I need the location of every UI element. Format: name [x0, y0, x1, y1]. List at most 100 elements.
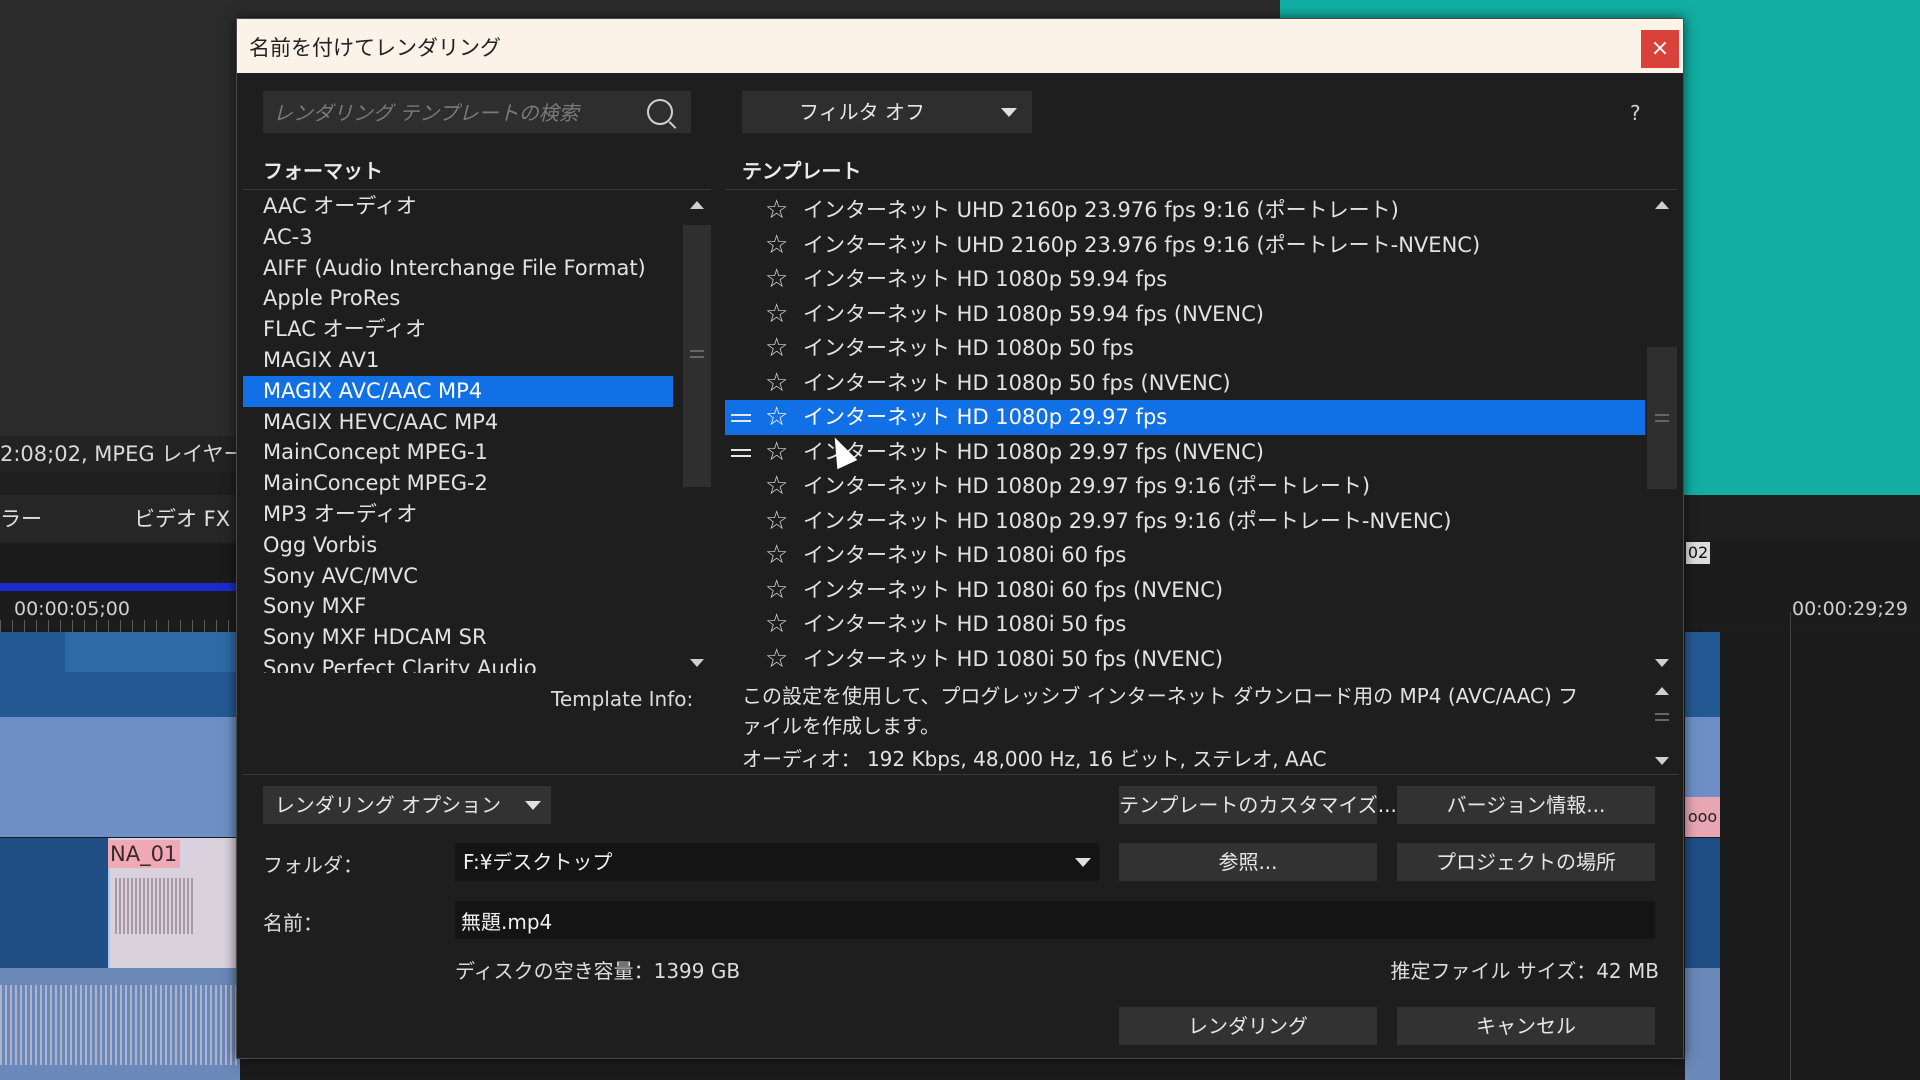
marker-label[interactable]: 02 — [1686, 542, 1710, 564]
format-item[interactable]: MAGIX AV1 — [243, 345, 673, 376]
template-item[interactable]: ☆ インターネット HD 1080i 60 fps (NVENC) — [725, 573, 1645, 608]
search-icon[interactable] — [647, 99, 673, 125]
format-item[interactable]: MP3 オーディオ — [243, 499, 673, 530]
close-button[interactable]: × — [1641, 30, 1679, 68]
format-item[interactable]: MAGIX AVC/AAC MP4 — [243, 375, 673, 407]
star-icon[interactable]: ☆ — [765, 435, 788, 470]
format-item[interactable]: Apple ProRes — [243, 283, 673, 314]
help-button[interactable]: ? — [1630, 101, 1641, 125]
template-search[interactable] — [263, 91, 691, 135]
scroll-up-icon[interactable] — [690, 201, 704, 209]
star-icon[interactable]: ☆ — [765, 607, 788, 642]
render-button[interactable]: レンダリング — [1119, 1007, 1377, 1045]
render-options-dropdown[interactable]: レンダリング オプション — [263, 786, 551, 824]
star-icon[interactable]: ☆ — [765, 228, 788, 263]
template-label: インターネット HD 1080p 29.97 fps 9:16 (ポートレート-… — [803, 508, 1452, 533]
star-icon[interactable]: ☆ — [765, 642, 788, 676]
format-item[interactable]: FLAC オーディオ — [243, 314, 673, 345]
star-icon[interactable]: ☆ — [765, 538, 788, 573]
template-item[interactable]: ☆ インターネット UHD 2160p 23.976 fps 9:16 (ポートレ… — [725, 193, 1645, 228]
format-item[interactable]: AAC オーディオ — [243, 191, 673, 222]
video-event[interactable] — [65, 632, 240, 672]
template-list[interactable]: ☆ インターネット UHD 2160p 23.976 fps 9:16 (ポートレ… — [725, 193, 1645, 675]
template-header: テンプレート — [742, 159, 862, 183]
template-item[interactable]: ☆ インターネット HD 1080i 60 fps — [725, 538, 1645, 573]
format-item[interactable]: MAGIX HEVC/AAC MP4 — [243, 407, 673, 438]
format-item[interactable]: AC-3 — [243, 222, 673, 253]
scroll-up-icon[interactable] — [1655, 201, 1669, 209]
tab-left[interactable]: ラー — [0, 499, 42, 539]
format-header: フォーマット — [263, 159, 383, 183]
star-icon[interactable]: ☆ — [765, 469, 788, 504]
customize-template-button[interactable]: テンプレートのカスタマイズ... — [1119, 786, 1397, 824]
template-item[interactable]: ☆ インターネット HD 1080i 50 fps (NVENC) — [725, 642, 1645, 676]
format-item[interactable]: Sony MXF — [243, 591, 673, 622]
titlebar[interactable]: 名前を付けてレンダリング × — [237, 19, 1683, 73]
pink-clip[interactable]: ooo — [1685, 797, 1720, 837]
format-item[interactable]: Ogg Vorbis — [243, 530, 673, 561]
render-as-dialog: 名前を付けてレンダリング × フィルタ オフ ? フォーマット テンプレート A… — [236, 18, 1684, 1059]
format-item[interactable]: MainConcept MPEG-2 — [243, 468, 673, 499]
audio-track-2-right[interactable] — [1685, 968, 1720, 1080]
folder-label: フォルダ： — [263, 853, 363, 877]
star-icon[interactable]: ☆ — [765, 504, 788, 539]
dialog-title: 名前を付けてレンダリング — [249, 36, 501, 60]
loop-region[interactable] — [0, 583, 240, 591]
template-item[interactable]: ☆ インターネット HD 1080p 29.97 fps — [725, 400, 1645, 435]
template-item[interactable]: ☆ インターネット HD 1080p 59.94 fps (NVENC) — [725, 297, 1645, 332]
browse-button[interactable]: 参照... — [1119, 843, 1377, 881]
star-icon[interactable]: ☆ — [765, 193, 788, 228]
cancel-button[interactable]: キャンセル — [1397, 1007, 1655, 1045]
render-options-label: レンダリング オプション — [274, 793, 502, 817]
template-label: インターネット HD 1080p 29.97 fps 9:16 (ポートレート) — [803, 474, 1371, 498]
template-item[interactable]: ☆ インターネット HD 1080p 29.97 fps 9:16 (ポートレート… — [725, 469, 1645, 504]
search-input[interactable] — [271, 91, 635, 135]
waveform — [115, 878, 195, 934]
format-item[interactable]: MainConcept MPEG-1 — [243, 437, 673, 468]
star-icon[interactable]: ☆ — [765, 297, 788, 332]
star-icon[interactable]: ☆ — [765, 331, 788, 366]
scroll-down-icon[interactable] — [1655, 659, 1669, 667]
grip-icon — [1655, 713, 1669, 721]
star-icon[interactable]: ☆ — [765, 573, 788, 608]
format-list[interactable]: AAC オーディオ AC-3 AIFF (Audio Interchange Fil… — [243, 191, 673, 673]
version-info-button[interactable]: バージョン情報... — [1397, 786, 1655, 824]
disk-free-space: ディスクの空き容量：1399 GB — [455, 959, 741, 983]
template-item[interactable]: ☆ インターネット HD 1080p 50 fps — [725, 331, 1645, 366]
format-item[interactable]: AIFF (Audio Interchange File Format) — [243, 253, 673, 284]
template-label: インターネット UHD 2160p 23.976 fps 9:16 (ポートレー… — [803, 198, 1399, 222]
format-item[interactable]: Sony MXF HDCAM SR — [243, 622, 673, 653]
template-item[interactable]: ☆ インターネット UHD 2160p 23.976 fps 9:16 (ポートレ… — [725, 228, 1645, 263]
template-item[interactable]: ☆ インターネット HD 1080i 50 fps — [725, 607, 1645, 642]
format-item[interactable]: Sony Perfect Clarity Audio — [243, 653, 673, 673]
template-label: インターネット HD 1080p 59.94 fps — [803, 267, 1168, 291]
ruler-line — [1790, 612, 1791, 1080]
video-track-2[interactable] — [0, 717, 240, 837]
estimated-file-size: 推定ファイル サイズ：42 MB — [1390, 959, 1659, 983]
scroll-up-icon[interactable] — [1655, 687, 1669, 695]
folder-dropdown[interactable]: F:¥デスクトップ — [455, 843, 1099, 881]
audio-track-right[interactable] — [1685, 838, 1720, 968]
template-label: インターネット HD 1080i 60 fps — [803, 543, 1127, 567]
filter-label: フィルタ オフ — [799, 100, 925, 124]
template-item[interactable]: ☆ インターネット HD 1080p 29.97 fps 9:16 (ポートレート… — [725, 504, 1645, 539]
drag-handle-icon[interactable] — [731, 448, 751, 457]
video-track-right[interactable] — [1685, 632, 1720, 717]
file-name-input[interactable] — [455, 901, 1655, 939]
template-label: インターネット HD 1080p 50 fps (NVENC) — [803, 370, 1231, 395]
template-item[interactable]: ☆ インターネット HD 1080p 29.97 fps (NVENC) — [725, 435, 1645, 470]
template-item[interactable]: ☆ インターネット HD 1080p 59.94 fps — [725, 262, 1645, 297]
template-label: インターネット HD 1080p 59.94 fps (NVENC) — [803, 301, 1264, 326]
filter-dropdown[interactable]: フィルタ オフ — [742, 91, 1032, 133]
waveform-2 — [0, 985, 240, 1065]
project-location-button[interactable]: プロジェクトの場所 — [1397, 843, 1655, 881]
star-icon[interactable]: ☆ — [765, 366, 788, 401]
star-icon[interactable]: ☆ — [765, 400, 788, 435]
format-item[interactable]: Sony AVC/MVC — [243, 561, 673, 592]
template-item[interactable]: ☆ インターネット HD 1080p 50 fps (NVENC) — [725, 366, 1645, 401]
tab-video-fx[interactable]: ビデオ FX — [134, 499, 230, 539]
star-icon[interactable]: ☆ — [765, 262, 788, 297]
scroll-down-icon[interactable] — [690, 659, 704, 667]
scroll-down-icon[interactable] — [1655, 757, 1669, 765]
drag-handle-icon[interactable] — [731, 414, 751, 422]
